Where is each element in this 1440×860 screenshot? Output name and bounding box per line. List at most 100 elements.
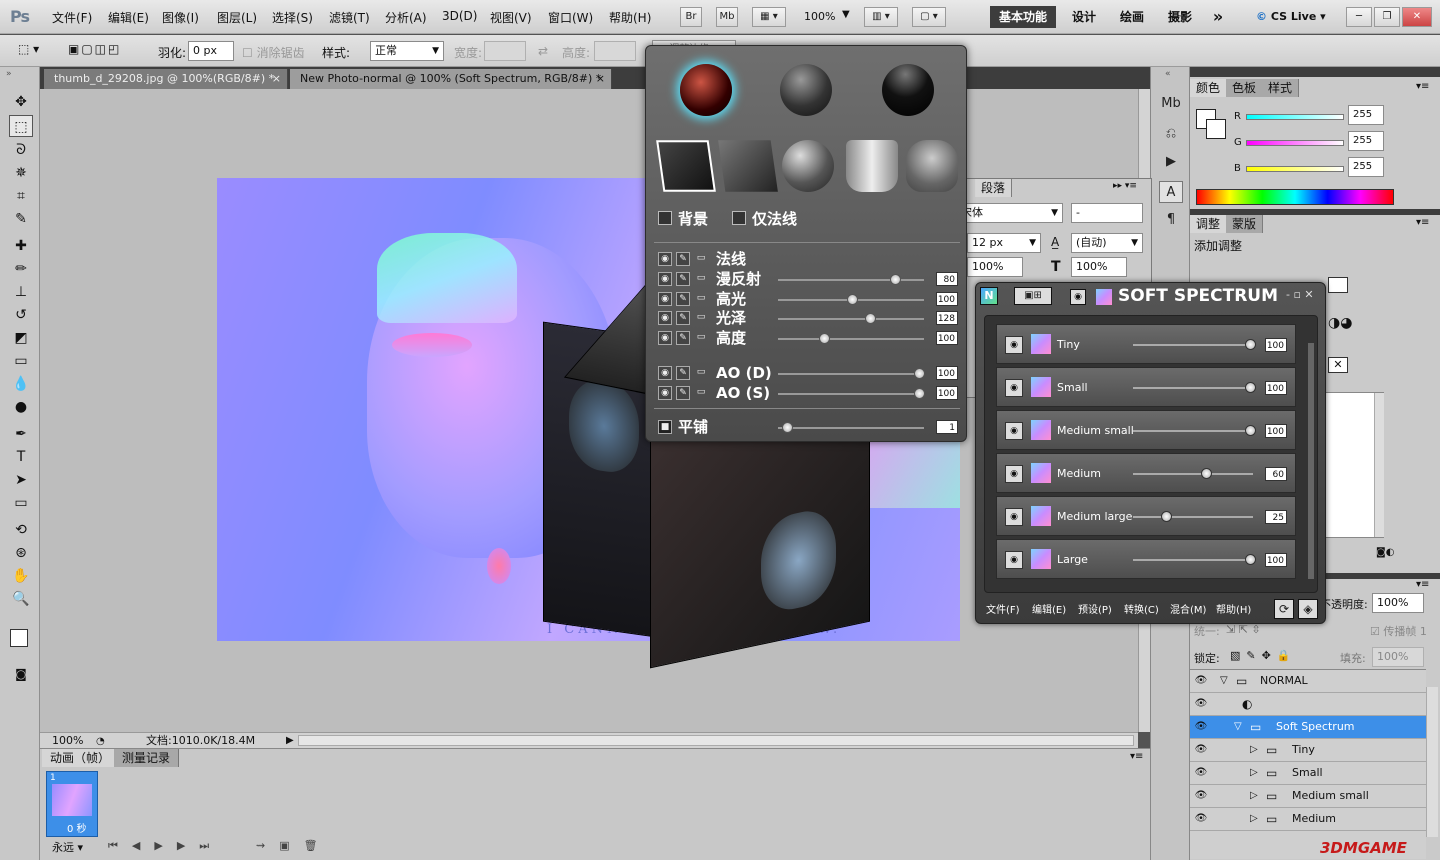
edit-texture-icon[interactable]: ✎ [676,366,690,380]
channel-slider-knob[interactable] [819,333,830,344]
adjustment-footer-icons[interactable]: ◙◐ [1376,547,1394,558]
cube-shape-icon[interactable] [656,140,716,192]
folder-icon[interactable]: ▭ [694,366,708,380]
refresh-icon[interactable]: ⟳ [1274,599,1294,619]
lasso-tool-icon[interactable]: ᘐ [9,139,33,161]
font-size-select[interactable]: 12 px ▼ [967,233,1041,253]
edit-texture-icon[interactable]: ✎ [676,272,690,286]
more-workspaces[interactable]: » [1206,6,1230,28]
font-style-select[interactable]: - [1071,203,1143,223]
zoom-level[interactable]: 100% [804,10,835,23]
edit-texture-icon[interactable]: ✎ [676,252,690,266]
visibility-eye-icon[interactable]: 👁 [1194,675,1208,687]
menu-layer[interactable]: 图层(L) [217,9,257,26]
history-panel-icon[interactable]: ⎌ [1159,123,1183,145]
panel-menu-icon[interactable]: ▸▸ ▾≡ [1113,181,1137,191]
vertical-scale-input[interactable]: 100% [967,257,1023,277]
layer-row[interactable]: 👁 ▷ ▭ Medium [1190,808,1426,831]
channel-slider-knob[interactable] [865,313,876,324]
spectrum-slider-knob[interactable] [1245,339,1256,350]
minibridge-panel-icon[interactable]: Mb [1159,93,1183,115]
blue-value-input[interactable]: 255 [1348,157,1384,177]
visibility-eye-icon[interactable]: 👁 [1194,698,1208,710]
folder-icon[interactable]: ▭ [694,292,708,306]
menu-window[interactable]: 窗口(W) [548,9,593,26]
restore-button[interactable]: ❐ [1374,7,1400,27]
tab-color[interactable]: 颜色 [1190,79,1228,97]
channel-value[interactable]: 100 [936,386,958,400]
soft-menu-blend[interactable]: 混合(M) [1170,601,1206,616]
bust-model-icon[interactable] [906,140,958,192]
blur-tool-icon[interactable]: 💧 [9,373,33,395]
fill-input[interactable]: 100% [1372,647,1424,667]
channel-slider-knob[interactable] [914,388,925,399]
red-value-input[interactable]: 255 [1348,105,1384,125]
loop-select[interactable]: 永远 ▾ [52,839,83,855]
visibility-eye-icon[interactable]: ◉ [1005,379,1023,397]
folder-icon[interactable]: ▭ [694,386,708,400]
spectrum-slider-knob[interactable] [1161,511,1172,522]
minibridge-button[interactable]: Mb [716,7,738,27]
red-slider[interactable] [1246,114,1344,120]
spectrum-value[interactable]: 100 [1265,553,1287,567]
close-icon[interactable]: × [596,69,605,89]
character-panel-icon[interactable]: A [1159,181,1183,203]
history-brush-tool-icon[interactable]: ↺ [9,304,33,326]
menu-select[interactable]: 选择(S) [272,9,313,26]
channel-value[interactable]: 100 [936,292,958,306]
channel-slider-track[interactable] [778,373,924,375]
menu-filter[interactable]: 滤镜(T) [329,9,370,26]
visibility-eye-icon[interactable]: ◉ [1005,465,1023,483]
visibility-eye-icon[interactable]: ◉ [658,272,672,286]
workspace-design[interactable]: 设计 [1066,6,1102,28]
hand-tool-icon[interactable]: ✋ [9,565,33,587]
tab-adjustments[interactable]: 调整 [1190,215,1228,233]
chevron-down-icon[interactable]: ▼ [842,9,850,20]
visibility-eye-icon[interactable]: 👁 [1194,744,1208,756]
visibility-eye-icon[interactable]: ◉ [658,252,672,266]
path-selection-tool-icon[interactable]: ➤ [9,469,33,491]
expanded-arrow-icon[interactable]: ▽ [1234,716,1242,738]
spectrum-slider-knob[interactable] [1245,425,1256,436]
channel-value[interactable]: 100 [936,366,958,380]
spectrum-slider-track[interactable] [1133,430,1253,432]
material-sphere-glossy-red[interactable] [680,64,732,116]
layer-row[interactable]: 👁 ▷ ▭ Medium small [1190,785,1426,808]
menu-help[interactable]: 帮助(H) [609,9,651,26]
window-controls[interactable]: - ▫ ✕ [1286,288,1314,301]
presets-scrollbar[interactable] [1374,393,1384,537]
soft-menu-presets[interactable]: 预设(P) [1078,601,1112,616]
edit-texture-icon[interactable]: ✎ [676,311,690,325]
propagate-frame-checkbox[interactable]: ☑ 传播帧 1 [1370,623,1427,639]
spectrum-row[interactable]: ◉ Tiny 100 [996,324,1296,364]
channel-slider-track[interactable] [778,338,924,340]
expand-dock-icon[interactable]: « [1165,69,1171,79]
edit-texture-icon[interactable]: ✎ [676,292,690,306]
style-select[interactable]: 正常 ▼ [370,41,444,61]
color-spectrum-ramp[interactable] [1196,189,1394,205]
panel-menu-icon[interactable]: ▾≡ [1130,751,1143,762]
opacity-input[interactable]: 100% [1372,593,1424,613]
spectrum-value[interactable]: 100 [1265,424,1287,438]
tab-swatches[interactable]: 色板 [1226,79,1264,97]
box-shape-icon[interactable] [718,140,778,192]
close-icon[interactable]: × [272,69,281,89]
menu-analysis[interactable]: 分析(A) [385,9,427,26]
green-slider[interactable] [1246,140,1344,146]
folder-icon[interactable]: ▭ [694,311,708,325]
folder-icon[interactable]: ▭ [694,272,708,286]
expanded-arrow-icon[interactable]: ▽ [1220,670,1228,692]
tile-slider-track[interactable] [778,427,924,429]
visibility-eye-icon[interactable]: 👁 [1194,721,1208,733]
shape-tool-icon[interactable]: ▭ [9,492,33,514]
spectrum-value[interactable]: 100 [1265,338,1287,352]
horizontal-scale-input[interactable]: 100% [1071,257,1127,277]
gradient-map-icon[interactable]: ✕ [1328,357,1348,373]
healing-brush-tool-icon[interactable]: ✚ [9,235,33,257]
selective-color-icon[interactable]: ◑◕ [1328,315,1352,331]
visibility-eye-icon[interactable]: ◉ [1005,336,1023,354]
spectrum-slider-track[interactable] [1133,473,1253,475]
cs-live-button[interactable]: © CS Live ▾ [1256,10,1326,23]
quick-mask-icon[interactable]: ◙ [9,663,33,685]
sphere-shape-icon[interactable] [782,140,834,192]
